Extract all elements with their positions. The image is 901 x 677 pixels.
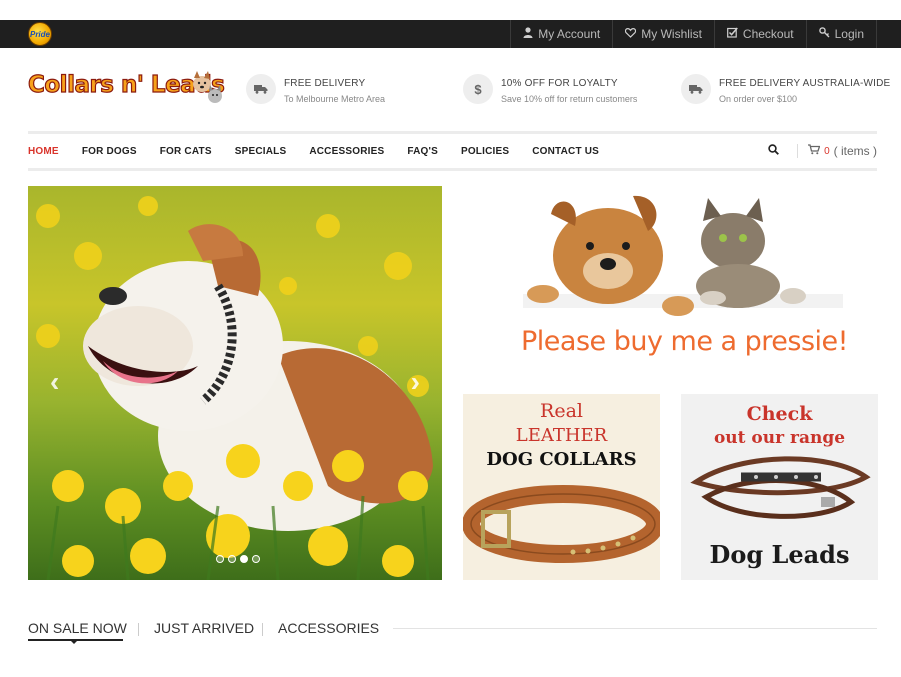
tabs-rule: [393, 628, 877, 629]
feature-subtitle: On order over $100: [719, 94, 798, 104]
key-icon: [818, 27, 830, 41]
tab-accessories[interactable]: ACCESSORIES: [278, 620, 379, 636]
nav-item-for-dogs[interactable]: FOR DOGS: [82, 146, 137, 157]
nav-item-policies[interactable]: POLICIES: [461, 146, 509, 157]
product-tabs: ON SALE NOW JUST ARRIVED ACCESSORIES: [28, 620, 877, 644]
top-bar: Pride My Account My Wishlist Checkout Lo…: [0, 20, 901, 48]
cart-items-label: ( items ): [833, 144, 877, 158]
feature-loyalty: $ 10% OFF FOR LOYALTY Save 10% off for r…: [463, 74, 637, 104]
leather-collar-image: [463, 485, 660, 563]
pressie-banner[interactable]: Please buy me a pressie!: [463, 186, 877, 366]
my-wishlist-link[interactable]: My Wishlist: [612, 20, 714, 48]
dog-lead-image: [690, 456, 871, 519]
slider-next-button[interactable]: ›: [411, 366, 420, 398]
login-link[interactable]: Login: [805, 20, 877, 48]
nav-item-faqs[interactable]: FAQ'S: [407, 146, 438, 157]
my-account-label: My Account: [538, 27, 601, 41]
slider-dot[interactable]: [216, 555, 224, 563]
tile-line: Dog Leads: [709, 540, 850, 569]
nav-item-for-cats[interactable]: FOR CATS: [160, 146, 212, 157]
tile-line: LEATHER: [515, 425, 608, 446]
dog-collars-tile[interactable]: Real LEATHER DOG COLLARS: [463, 394, 660, 580]
checkout-link[interactable]: Checkout: [713, 20, 806, 48]
dog-and-cat-photo: [523, 195, 843, 316]
nav-item-accessories[interactable]: ACCESSORIES: [309, 146, 384, 157]
feature-title: FREE DELIVERY: [284, 78, 366, 89]
my-wishlist-label: My Wishlist: [641, 27, 702, 41]
cart-icon: [808, 144, 821, 158]
dollar-icon: $: [463, 74, 493, 104]
feature-subtitle: Save 10% off for return customers: [501, 94, 638, 104]
nav-item-home[interactable]: HOME: [28, 146, 59, 157]
slider-dot-active[interactable]: [240, 555, 248, 563]
slider-dot[interactable]: [228, 555, 236, 563]
hero-slider[interactable]: ‹ ›: [28, 186, 442, 580]
account-links: My Account My Wishlist Checkout Login: [510, 20, 877, 48]
main-nav: HOME FOR DOGS FOR CATS SPECIALS ACCESSOR…: [28, 131, 877, 171]
feature-free-delivery: FREE DELIVERY To Melbourne Metro Area: [246, 74, 385, 104]
tab-divider: [262, 623, 263, 636]
cart-button[interactable]: 0 ( items ): [808, 144, 877, 158]
heart-icon: [625, 27, 637, 41]
feature-title: 10% OFF FOR LOYALTY: [501, 78, 618, 89]
bulldog-photo: [36, 196, 433, 580]
user-icon: [523, 27, 533, 41]
feature-title: FREE DELIVERY AUSTRALIA-WIDE: [719, 78, 891, 89]
slider-dot[interactable]: [252, 555, 260, 563]
truck-icon: [681, 74, 711, 104]
tab-on-sale-now[interactable]: ON SALE NOW: [28, 620, 127, 636]
brand-badge[interactable]: Pride: [28, 22, 52, 46]
banner-caption: Please buy me a pressie!: [521, 326, 848, 357]
cart-count: 0: [824, 145, 830, 157]
dog-leads-tile[interactable]: Check out our range Dog Leads: [681, 394, 878, 580]
tile-line: DOG COLLARS: [486, 449, 637, 470]
slider-prev-button[interactable]: ‹: [50, 366, 59, 398]
nav-item-specials[interactable]: SPECIALS: [235, 146, 287, 157]
search-icon[interactable]: [768, 144, 780, 158]
tab-divider: [138, 623, 139, 636]
checkbox-icon: [727, 27, 738, 41]
checkout-label: Checkout: [742, 27, 794, 41]
my-account-link[interactable]: My Account: [510, 20, 612, 48]
nav-divider: [797, 144, 799, 158]
slider-dots: [216, 555, 260, 563]
nav-item-contact-us[interactable]: CONTACT US: [532, 146, 599, 157]
truck-icon: [246, 74, 276, 104]
tab-just-arrived[interactable]: JUST ARRIVED: [154, 620, 254, 636]
tile-line: out our range: [713, 428, 846, 448]
tile-line: Real: [540, 400, 583, 422]
feature-subtitle: To Melbourne Metro Area: [284, 94, 386, 104]
caret-down-icon: [70, 640, 78, 644]
logo-pets-icon: [193, 71, 222, 103]
tile-line: Check: [746, 403, 813, 425]
login-label: Login: [834, 27, 864, 41]
site-logo[interactable]: Collars n' Leads: [27, 68, 225, 108]
feature-australia-wide: FREE DELIVERY AUSTRALIA-WIDE On order ov…: [681, 74, 890, 104]
brand-badge-text: Pride: [29, 29, 50, 39]
